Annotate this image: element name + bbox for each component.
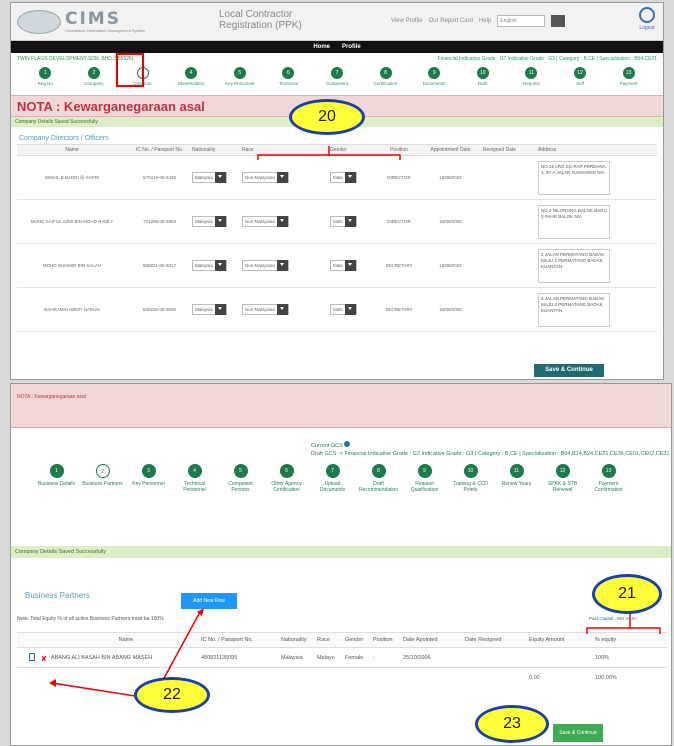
callout-23: 23 [475,705,549,743]
callout-22: 22 [134,677,210,713]
callout-20: 20 [289,99,365,135]
callout-21: 21 [592,574,662,614]
